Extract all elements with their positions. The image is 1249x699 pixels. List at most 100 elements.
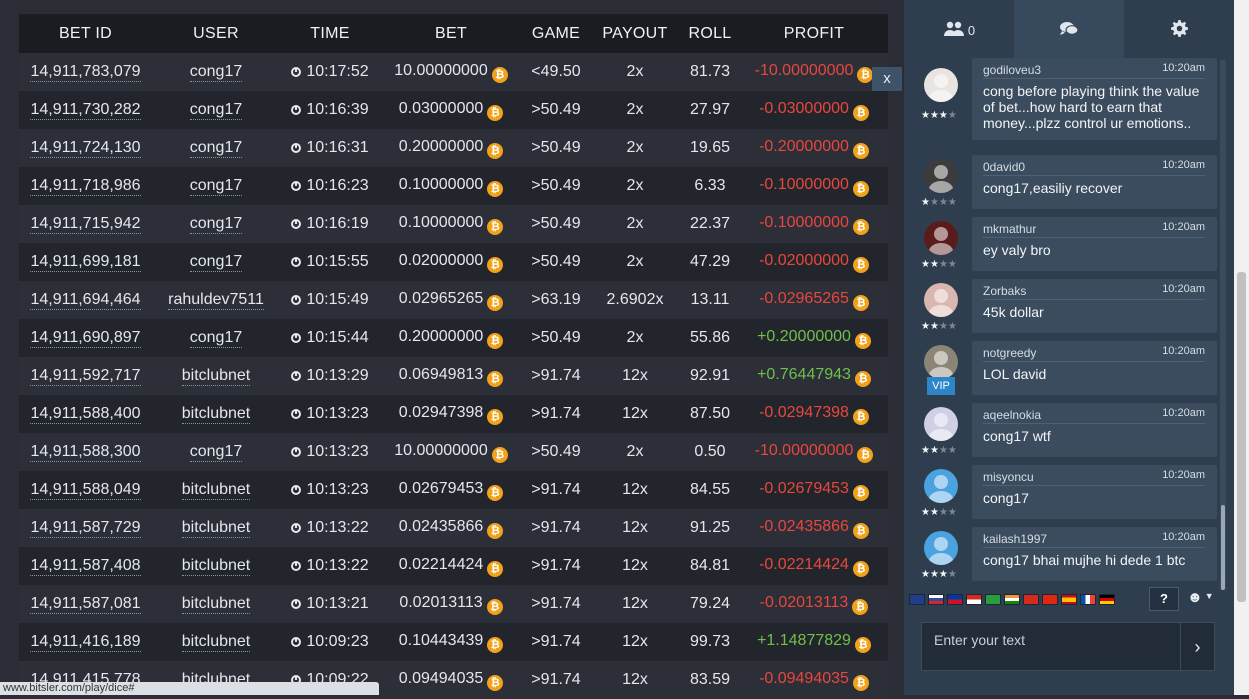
- message-username[interactable]: godiloveu3: [983, 63, 1041, 77]
- bet-id-link[interactable]: 14,911,587,081: [30, 595, 141, 614]
- send-button[interactable]: ›: [1181, 622, 1215, 671]
- clock-icon: [291, 143, 302, 153]
- bet-id-link[interactable]: 14,911,690,897: [30, 329, 141, 348]
- message-username[interactable]: kailash1997: [983, 532, 1047, 546]
- bet-id-cell: 14,911,783,079: [19, 63, 152, 82]
- bet-id-link[interactable]: 14,911,588,300: [30, 443, 141, 462]
- message-username[interactable]: Zorbaks: [983, 284, 1026, 298]
- close-chat-button[interactable]: x: [872, 67, 902, 91]
- user-link[interactable]: rahuldev7511: [168, 291, 264, 310]
- header-payout[interactable]: PAYOUT: [590, 25, 680, 43]
- bet-id-link[interactable]: 14,911,718,986: [30, 177, 141, 196]
- bet-id-link[interactable]: 14,911,588,400: [30, 405, 141, 424]
- message-username[interactable]: mkmathur: [983, 222, 1036, 236]
- avatar[interactable]: [924, 531, 958, 565]
- user-link[interactable]: bitclubnet: [181, 519, 251, 538]
- bet-id-link[interactable]: 14,911,699,181: [30, 253, 141, 272]
- rank-stars: ★★★★: [921, 507, 957, 518]
- flag-de-icon[interactable]: [1099, 594, 1115, 605]
- chat-bubbles-icon: [1059, 21, 1079, 40]
- divider: [983, 299, 1205, 300]
- user-link[interactable]: bitclubnet: [181, 595, 251, 614]
- header-game[interactable]: GAME: [522, 25, 590, 43]
- payout-cell: 12x: [622, 405, 648, 422]
- avatar[interactable]: [924, 469, 958, 503]
- user-link[interactable]: bitclubnet: [181, 633, 251, 652]
- user-link[interactable]: cong17: [189, 253, 243, 272]
- message-username[interactable]: aqeelnokia: [983, 408, 1041, 422]
- flag-br-icon[interactable]: [985, 594, 1001, 605]
- tab-settings[interactable]: [1124, 0, 1234, 60]
- flag-uk-icon[interactable]: [909, 594, 925, 605]
- bet-id-cell: 14,911,694,464: [19, 291, 152, 310]
- header-user[interactable]: USER: [152, 25, 280, 43]
- avatar[interactable]: [924, 68, 958, 102]
- avatar[interactable]: [924, 345, 958, 379]
- game-cell: >91.74: [531, 519, 581, 536]
- user-link[interactable]: cong17: [189, 63, 243, 82]
- header-time[interactable]: TIME: [280, 25, 380, 43]
- tab-chat[interactable]: [1014, 0, 1124, 60]
- chat-scrollbar-thumb[interactable]: [1221, 505, 1225, 590]
- header-bet-id[interactable]: BET ID: [19, 25, 152, 43]
- flag-vn-icon[interactable]: [1023, 594, 1039, 605]
- time-value: 10:16:31: [306, 139, 369, 156]
- flag-id-icon[interactable]: [966, 594, 982, 605]
- avatar[interactable]: [924, 283, 958, 317]
- user-link[interactable]: bitclubnet: [181, 405, 251, 424]
- payout-cell: 12x: [622, 633, 648, 650]
- bet-id-link[interactable]: 14,911,587,408: [30, 557, 141, 576]
- bet-id-link[interactable]: 14,911,416,189: [30, 633, 141, 652]
- game-cell: >91.74: [531, 405, 581, 422]
- chat-message: ★★★★ Zorbaks 10:20am 45k dollar: [918, 279, 1218, 335]
- user-link[interactable]: cong17: [189, 215, 243, 234]
- avatar[interactable]: [924, 159, 958, 193]
- bet-id-link[interactable]: 14,911,783,079: [30, 63, 141, 82]
- bet-cell: 10.00000000 ₿: [380, 62, 522, 83]
- user-link[interactable]: bitclubnet: [181, 367, 251, 386]
- user-link[interactable]: cong17: [189, 139, 243, 158]
- tab-online-users[interactable]: 0: [904, 0, 1014, 60]
- user-link[interactable]: cong17: [189, 101, 243, 120]
- bitcoin-icon: ₿: [487, 636, 504, 653]
- message-username[interactable]: 0david0: [983, 160, 1025, 174]
- flag-ph-icon[interactable]: [947, 594, 963, 605]
- avatar[interactable]: [924, 407, 958, 441]
- bet-id-link[interactable]: 14,911,592,717: [30, 367, 141, 386]
- message-bubble: mkmathur 10:20am ey valy bro: [972, 217, 1217, 271]
- message-username[interactable]: misyoncu: [983, 470, 1034, 484]
- bet-id-link[interactable]: 14,911,694,464: [30, 291, 141, 310]
- user-cell: bitclubnet: [152, 367, 280, 386]
- help-button[interactable]: ?: [1149, 587, 1179, 611]
- emoji-button[interactable]: ☻ ▼: [1187, 589, 1219, 609]
- avatar[interactable]: [924, 221, 958, 255]
- bet-id-link[interactable]: 14,911,715,942: [30, 215, 141, 234]
- bet-id-link[interactable]: 14,911,730,282: [30, 101, 141, 120]
- user-link[interactable]: cong17: [189, 443, 243, 462]
- bitcoin-icon: ₿: [487, 332, 504, 349]
- user-link[interactable]: cong17: [189, 329, 243, 348]
- page-scrollbar-thumb[interactable]: [1237, 272, 1246, 602]
- clock-icon: [291, 181, 302, 191]
- message-bubble: misyoncu 10:20am cong17: [972, 465, 1217, 519]
- flag-fr-icon[interactable]: [1080, 594, 1096, 605]
- user-link[interactable]: bitclubnet: [181, 557, 251, 576]
- bet-id-link[interactable]: 14,911,587,729: [30, 519, 141, 538]
- bet-amount: 0.10443439: [398, 631, 484, 649]
- message-username[interactable]: notgreedy: [983, 346, 1036, 360]
- header-bet[interactable]: BET: [380, 25, 522, 43]
- user-link[interactable]: bitclubnet: [181, 481, 251, 500]
- flag-cn-icon[interactable]: [1042, 594, 1058, 605]
- users-icon: [943, 21, 965, 40]
- flag-es-icon[interactable]: [1061, 594, 1077, 605]
- user-link[interactable]: cong17: [189, 177, 243, 196]
- bitcoin-icon: ₿: [854, 636, 871, 653]
- header-roll[interactable]: ROLL: [680, 25, 740, 43]
- bet-id-link[interactable]: 14,911,588,049: [30, 481, 141, 500]
- bet-id-link[interactable]: 14,911,724,130: [30, 139, 141, 158]
- flag-ru-icon[interactable]: [928, 594, 944, 605]
- flag-in-icon[interactable]: [1004, 594, 1020, 605]
- header-profit[interactable]: PROFIT: [740, 25, 888, 43]
- bet-cell: 0.02013113 ₿: [380, 594, 522, 615]
- chat-input[interactable]: [921, 622, 1181, 671]
